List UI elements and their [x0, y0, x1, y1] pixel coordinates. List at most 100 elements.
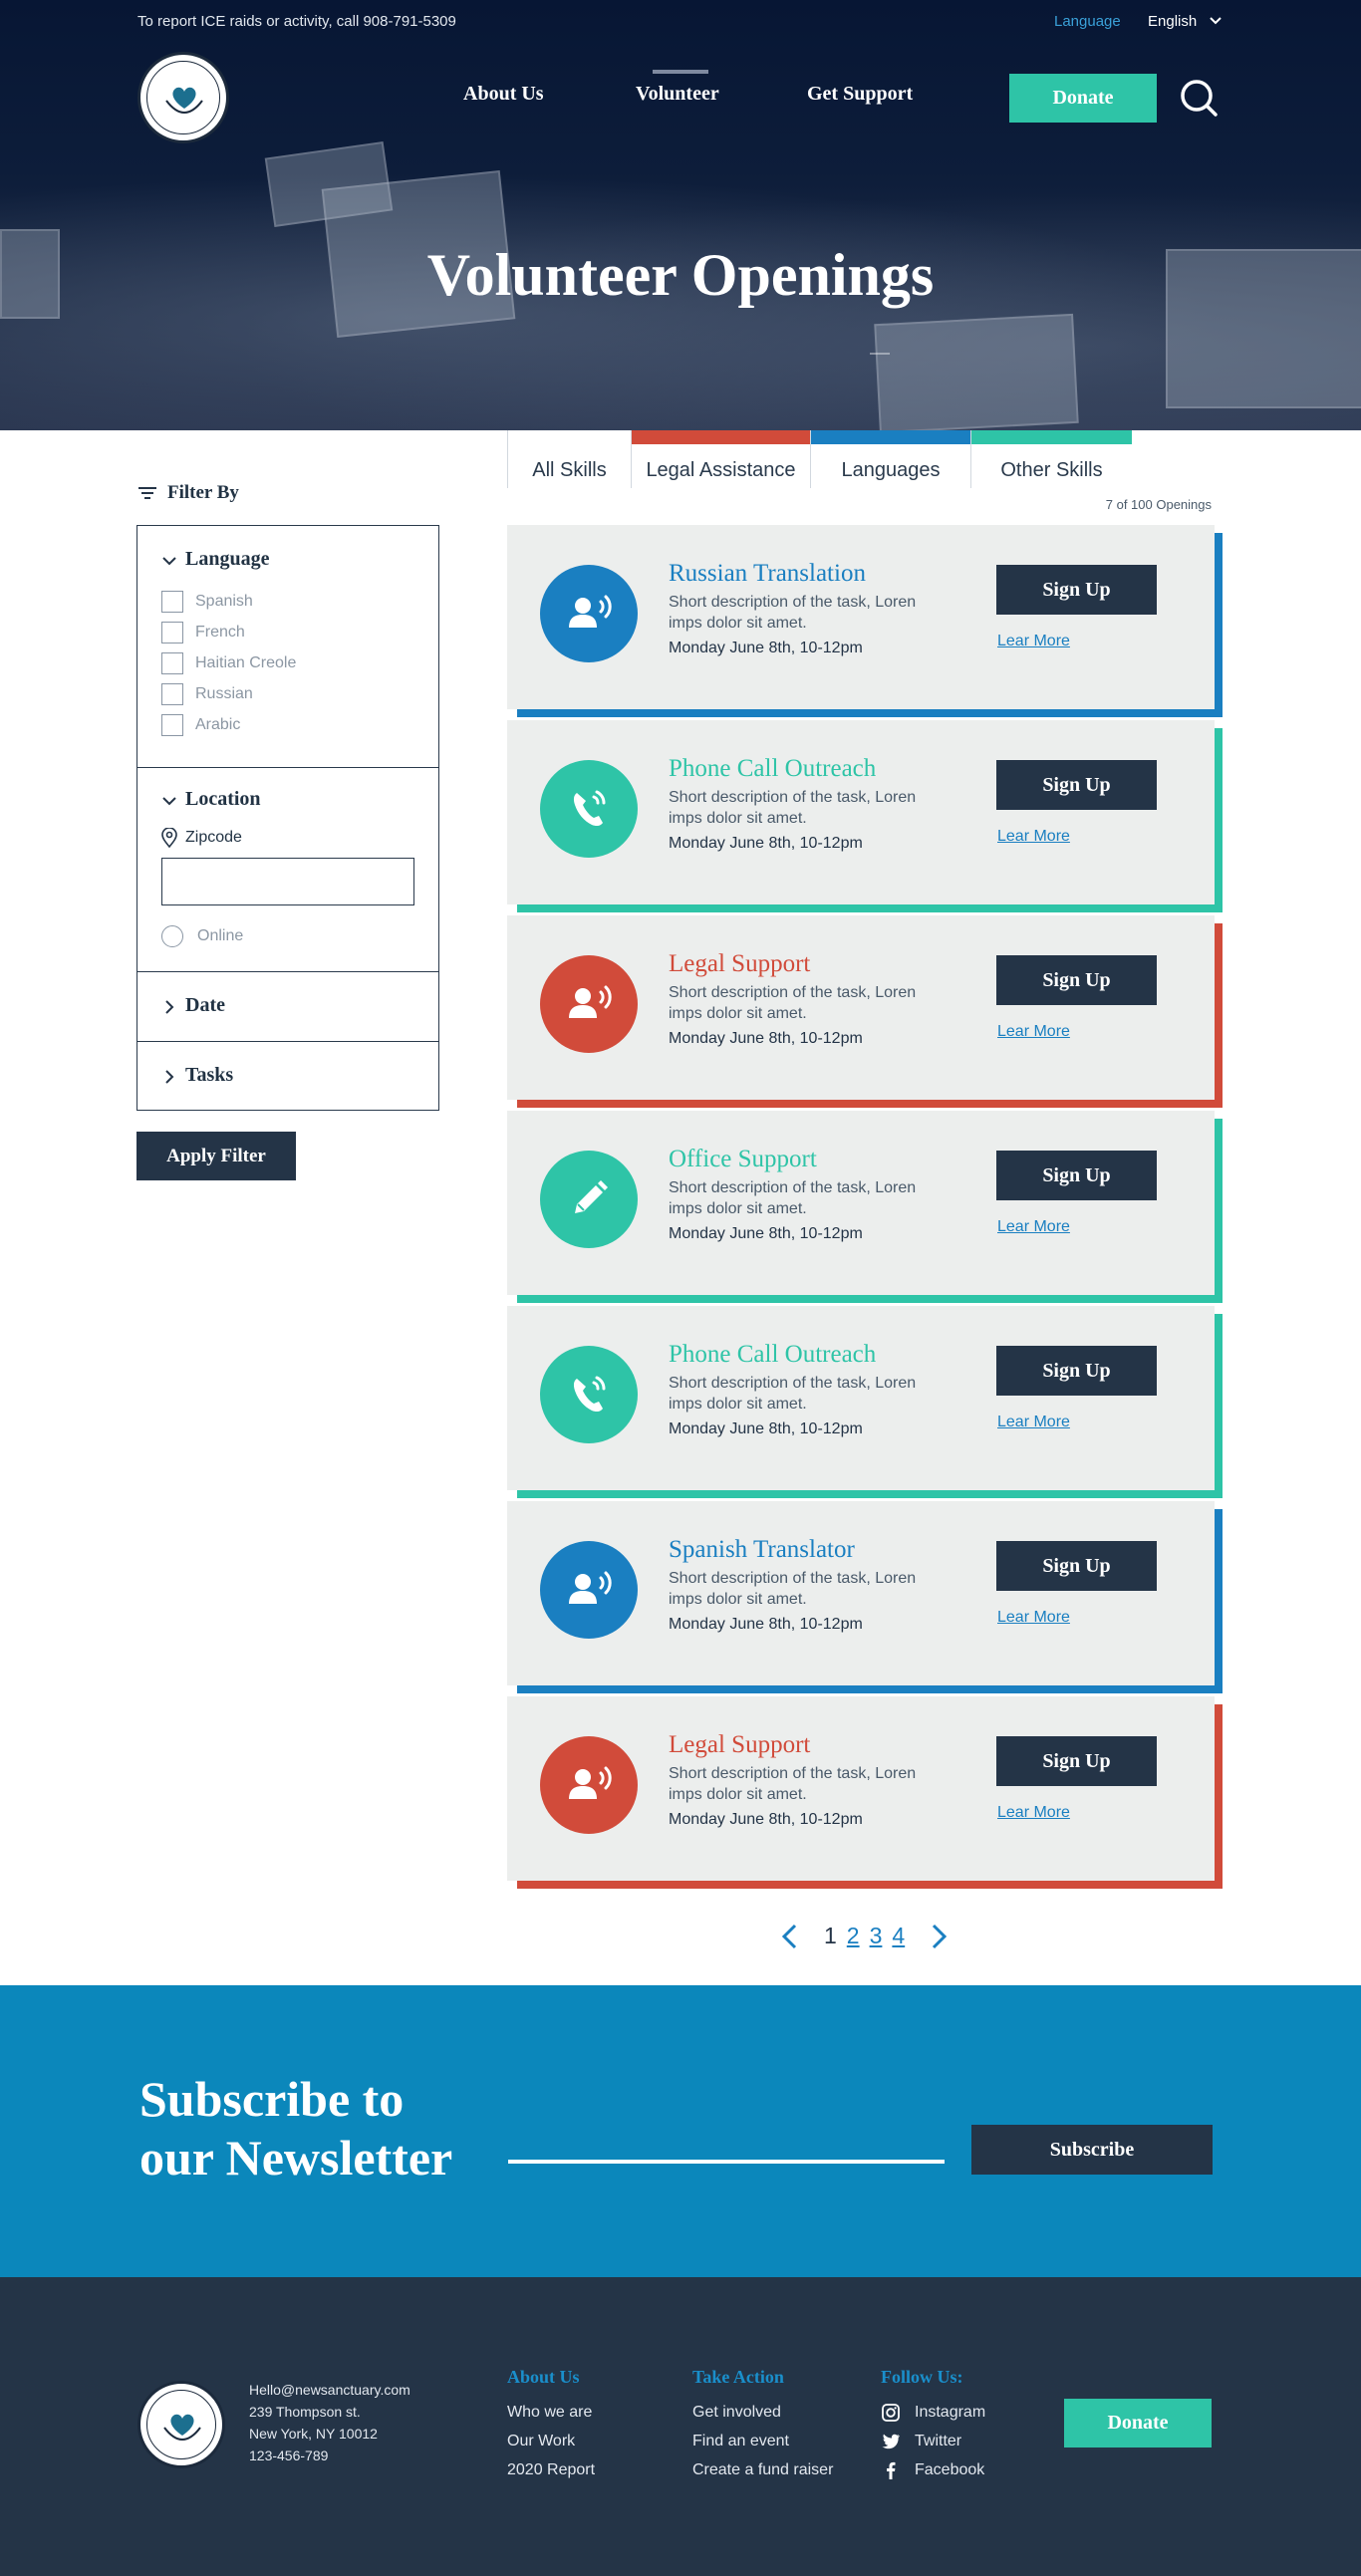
online-radio[interactable] [161, 925, 183, 947]
zipcode-input[interactable] [161, 858, 414, 905]
learn-more-link[interactable]: Lear More [997, 828, 1070, 846]
chevron-left-icon[interactable] [780, 1924, 800, 1949]
active-nav-indicator [653, 70, 708, 74]
checkbox[interactable] [161, 652, 183, 674]
checkbox[interactable] [161, 622, 183, 644]
site-logo[interactable] [137, 52, 229, 143]
card-accent-right [1215, 1314, 1223, 1498]
sign-up-button[interactable]: Sign Up [996, 1346, 1157, 1396]
page-link[interactable]: 2 [847, 1923, 860, 1949]
footer-link[interactable]: Find an event [692, 2427, 833, 2455]
footer-link[interactable]: Get involved [692, 2398, 833, 2427]
filter-tasks-title[interactable]: Tasks [185, 1064, 233, 1087]
language-select[interactable]: English [1148, 13, 1197, 30]
checkbox[interactable] [161, 683, 183, 705]
footer-link[interactable]: 2020 Report [507, 2455, 595, 2484]
opening-description: Short description of the task, Loren imp… [669, 1570, 917, 1608]
filter-location-title[interactable]: Location [185, 788, 261, 811]
tab-languages[interactable]: Languages [811, 430, 971, 488]
filter-icon [138, 487, 156, 499]
opening-card: Spanish Translator Short description of t… [507, 1501, 1223, 1693]
subscribe-button[interactable]: Subscribe [971, 2125, 1213, 2175]
phone-icon [540, 1346, 638, 1443]
filter-heading-label: Filter By [167, 482, 239, 503]
hero-decoration [870, 353, 890, 355]
language-option-haitian-creole[interactable]: Haitian Creole [161, 652, 296, 674]
search-icon[interactable] [1179, 78, 1219, 118]
chevron-right-icon[interactable] [929, 1924, 949, 1949]
page-link[interactable]: 4 [892, 1923, 905, 1949]
card-accent-bottom [517, 1881, 1223, 1889]
chevron-down-icon[interactable] [161, 553, 177, 569]
filter-section-date[interactable]: Date [137, 972, 438, 1042]
learn-more-link[interactable]: Lear More [997, 1218, 1070, 1236]
opening-date: Monday June 8th, 10-12pm [669, 640, 863, 656]
twitter-link[interactable]: Twitter [881, 2427, 985, 2455]
learn-more-link[interactable]: Lear More [997, 633, 1070, 650]
tab-other-skills[interactable]: Other Skills [971, 430, 1132, 488]
opening-title: Russian Translation [669, 560, 866, 587]
chevron-right-icon[interactable] [161, 999, 177, 1015]
speaking-person-icon [540, 1736, 638, 1834]
opening-title: Spanish Translator [669, 1536, 855, 1563]
chevron-right-icon[interactable] [161, 1069, 177, 1085]
chevron-down-icon[interactable] [1209, 14, 1223, 28]
apply-filter-button[interactable]: Apply Filter [136, 1132, 296, 1180]
footer-donate-button[interactable]: Donate [1064, 2399, 1212, 2447]
opening-title: Phone Call Outreach [669, 755, 877, 782]
opening-description: Short description of the task, Loren imp… [669, 1765, 917, 1803]
checkbox[interactable] [161, 591, 183, 613]
sign-up-button[interactable]: Sign Up [996, 760, 1157, 810]
tab-all-skills[interactable]: All Skills [507, 430, 632, 488]
chevron-down-icon[interactable] [161, 793, 177, 809]
card-body: Spanish Translator Short description of t… [507, 1501, 1215, 1685]
learn-more-link[interactable]: Lear More [997, 1609, 1070, 1627]
filter-language-title[interactable]: Language [185, 548, 269, 571]
page-link[interactable]: 3 [870, 1923, 883, 1949]
contact-email[interactable]: Hello@newsanctuary.com [249, 2379, 410, 2401]
nav-volunteer[interactable]: Volunteer [636, 83, 719, 106]
opening-title: Legal Support [669, 950, 811, 977]
language-option-spanish[interactable]: Spanish [161, 591, 253, 613]
filter-section-language: Language Spanish French Haitian Creole R… [137, 526, 438, 768]
footer-link[interactable]: Who we are [507, 2398, 595, 2427]
opening-title: Legal Support [669, 1731, 811, 1758]
footer-column-about: About Us Who we are Our Work 2020 Report [507, 2367, 595, 2484]
filter-section-tasks[interactable]: Tasks [137, 1042, 438, 1110]
facebook-link[interactable]: Facebook [881, 2455, 985, 2484]
checkbox[interactable] [161, 714, 183, 736]
card-body: Phone Call Outreach Short description of … [507, 720, 1215, 904]
nav-get-support[interactable]: Get Support [807, 83, 913, 106]
filter-date-title[interactable]: Date [185, 994, 225, 1017]
instagram-icon [882, 2403, 900, 2422]
language-option-russian[interactable]: Russian [161, 683, 253, 705]
learn-more-link[interactable]: Lear More [997, 1414, 1070, 1431]
sign-up-button[interactable]: Sign Up [996, 1151, 1157, 1200]
learn-more-link[interactable]: Lear More [997, 1804, 1070, 1822]
opening-date: Monday June 8th, 10-12pm [669, 1030, 863, 1047]
tab-color-bar [811, 430, 970, 444]
opening-date: Monday June 8th, 10-12pm [669, 1420, 863, 1437]
online-option[interactable]: Online [161, 925, 243, 947]
sign-up-button[interactable]: Sign Up [996, 1736, 1157, 1786]
language-option-arabic[interactable]: Arabic [161, 714, 240, 736]
sign-up-button[interactable]: Sign Up [996, 955, 1157, 1005]
language-option-french[interactable]: French [161, 622, 245, 644]
sign-up-button[interactable]: Sign Up [996, 1541, 1157, 1591]
language-link[interactable]: Language [1054, 13, 1121, 30]
card-accent-bottom [517, 709, 1223, 717]
zipcode-label: Zipcode [161, 828, 242, 848]
nav-about-us[interactable]: About Us [463, 83, 544, 106]
opening-description: Short description of the task, Loren imp… [669, 984, 917, 1022]
footer-link[interactable]: Create a fund raiser [692, 2455, 833, 2484]
footer-link[interactable]: Our Work [507, 2427, 595, 2455]
instagram-link[interactable]: Instagram [881, 2398, 985, 2427]
tab-legal-assistance[interactable]: Legal Assistance [632, 430, 811, 488]
newsletter-email-input[interactable] [508, 2160, 945, 2164]
footer-logo[interactable] [137, 2381, 225, 2468]
sign-up-button[interactable]: Sign Up [996, 565, 1157, 615]
card-accent-right [1215, 1509, 1223, 1693]
learn-more-link[interactable]: Lear More [997, 1023, 1070, 1041]
card-body: Russian Translation Short description of … [507, 525, 1215, 709]
donate-button[interactable]: Donate [1009, 74, 1157, 123]
